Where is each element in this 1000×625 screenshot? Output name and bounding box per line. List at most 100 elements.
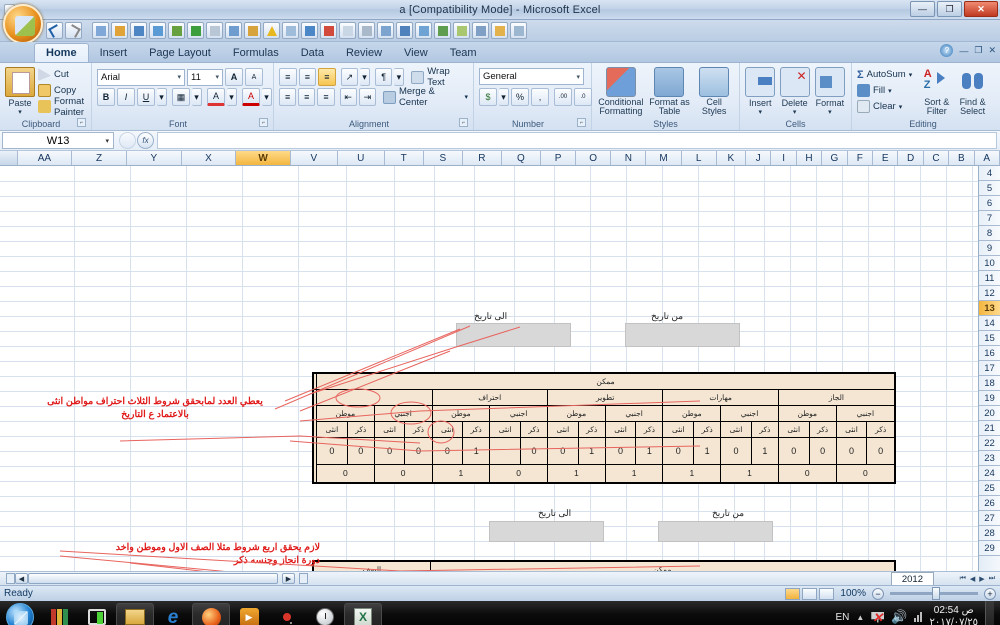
row-header-18[interactable]: 18 — [979, 376, 1000, 391]
row-header-13[interactable]: 13 — [979, 301, 1000, 316]
column-header-W[interactable]: W — [236, 151, 291, 165]
tab-view[interactable]: View — [393, 44, 439, 62]
font-dialog-launcher[interactable]: ⌐ — [259, 118, 268, 127]
column-header-U[interactable]: U — [338, 151, 385, 165]
column-header-T[interactable]: T — [385, 151, 424, 165]
rtl-button[interactable]: ¶ — [374, 68, 393, 86]
align-bottom-button[interactable]: ≡ — [318, 68, 336, 86]
ribbon-close-icon[interactable]: ✕ — [988, 45, 996, 56]
row-header-8[interactable]: 8 — [979, 226, 1000, 241]
from-date-box-2[interactable] — [658, 521, 773, 542]
conditional-formatting-button[interactable]: Conditional Formatting — [597, 65, 645, 116]
language-indicator[interactable]: EN — [835, 612, 849, 623]
value-cell-1[interactable]: 0 — [866, 437, 896, 465]
font-size-input[interactable]: 11 ▾ — [187, 68, 223, 86]
grid-view-icon[interactable] — [396, 22, 413, 39]
wrap-text-button[interactable]: Wrap Text — [411, 66, 468, 88]
column-header-H[interactable]: H — [797, 151, 823, 165]
column-header-Y[interactable]: Y — [127, 151, 182, 165]
italic-button[interactable]: I — [117, 88, 135, 106]
data-table-possible-1[interactable]: ممكن الجاز مهارات تطوير احتراف اجنبي موطن اجنبي… — [312, 372, 896, 484]
value-cell-3[interactable]: 0 — [808, 437, 837, 465]
page-layout-view-button[interactable] — [802, 587, 818, 600]
insert-sheet-icon[interactable] — [320, 22, 337, 39]
pivot-table-icon[interactable] — [225, 22, 242, 39]
firefox-icon[interactable] — [192, 603, 230, 625]
clear-dropdown-icon[interactable]: ▾ — [899, 103, 903, 111]
row-header-14[interactable]: 14 — [979, 316, 1000, 331]
help-icon[interactable]: ? — [940, 44, 954, 57]
table-icon[interactable] — [206, 22, 223, 39]
horizontal-scroll-thumb[interactable] — [28, 573, 278, 584]
tab-review[interactable]: Review — [335, 44, 393, 62]
show-desktop-button[interactable] — [985, 601, 994, 625]
row-header-26[interactable]: 26 — [979, 496, 1000, 511]
tab-team[interactable]: Team — [439, 44, 488, 62]
number-format-select[interactable]: General ▾ — [479, 68, 584, 85]
orientation-button[interactable]: ↗ — [340, 68, 359, 86]
name-box-chevron-icon[interactable]: ▾ — [105, 137, 109, 145]
delete-cells-button[interactable]: ✕ Delete ▾ — [778, 65, 810, 116]
row-header-7[interactable]: 7 — [979, 211, 1000, 226]
prev-sheet-icon[interactable]: ◀ — [969, 575, 976, 583]
clock[interactable]: 02:54 ص ٢٠١٧/٠٧/٢٥ — [929, 605, 978, 625]
value-cell-20[interactable]: 0 — [316, 437, 348, 465]
fill-dropdown-icon[interactable]: ▾ — [888, 87, 892, 95]
column-header-X[interactable]: X — [182, 151, 237, 165]
highlight-icon[interactable] — [453, 22, 470, 39]
font-size-chevron-icon[interactable]: ▾ — [215, 73, 219, 81]
file-explorer-icon[interactable] — [116, 603, 154, 625]
to-date-box-1[interactable] — [456, 323, 571, 347]
column-header-N[interactable]: N — [611, 151, 647, 165]
chart-icon[interactable] — [149, 22, 166, 39]
pin-app-icon[interactable] — [268, 603, 306, 625]
new-file-icon[interactable] — [92, 22, 109, 39]
borders-button[interactable]: ▦ — [172, 88, 190, 106]
font-color-button[interactable]: A — [242, 88, 260, 106]
zoom-slider-knob[interactable] — [932, 587, 940, 600]
column-header-A[interactable]: A — [975, 151, 1000, 165]
value-cell-19[interactable]: 0 — [346, 437, 375, 465]
excel-app-icon[interactable]: X — [344, 603, 382, 625]
close-button[interactable]: ✕ — [964, 1, 998, 17]
column-header-I[interactable]: I — [771, 151, 797, 165]
alignment-dialog-launcher[interactable]: ⌐ — [459, 118, 468, 127]
value-cell-5[interactable]: 1 — [750, 437, 779, 465]
align-top-button[interactable]: ≡ — [279, 68, 297, 86]
orientation-dropdown-icon[interactable]: ▾ — [360, 68, 370, 86]
row-header-24[interactable]: 24 — [979, 466, 1000, 481]
zoom-slider[interactable] — [890, 587, 978, 600]
minimize-button[interactable]: — — [910, 1, 935, 17]
cell-grid[interactable] — [0, 166, 1000, 571]
clear-button[interactable]: Clear ▾ — [857, 99, 917, 114]
row-header-21[interactable]: 21 — [979, 421, 1000, 436]
tab-home[interactable]: Home — [34, 43, 89, 62]
undo-alt-icon[interactable] — [339, 22, 356, 39]
options-gear-icon[interactable] — [244, 22, 261, 39]
settings-gear-icon[interactable] — [168, 22, 185, 39]
ribbon-restore-icon[interactable]: ❐ — [974, 45, 982, 56]
first-sheet-icon[interactable]: ⏮ — [959, 575, 967, 583]
zoom-out-button[interactable]: − — [872, 587, 884, 600]
align-left-button[interactable]: ≡ — [279, 88, 297, 106]
row-header-6[interactable]: 6 — [979, 196, 1000, 211]
row-header-23[interactable]: 23 — [979, 451, 1000, 466]
number-dialog-launcher[interactable]: ⌐ — [577, 118, 586, 127]
zoom-in-button[interactable]: + — [984, 587, 996, 600]
sort-icon[interactable] — [434, 22, 451, 39]
open-recent-icon[interactable] — [491, 22, 508, 39]
column-header-Z[interactable]: Z — [72, 151, 127, 165]
rtl-dropdown-icon[interactable]: ▾ — [394, 68, 405, 86]
row-header-22[interactable]: 22 — [979, 436, 1000, 451]
row-header-4[interactable]: 4 — [979, 166, 1000, 181]
from-date-box-1[interactable] — [625, 323, 740, 347]
decrease-indent-button[interactable]: ⇤ — [339, 88, 357, 106]
page-break-view-button[interactable] — [819, 587, 835, 600]
column-header-B[interactable]: B — [949, 151, 975, 165]
row-header-15[interactable]: 15 — [979, 331, 1000, 346]
row-header-25[interactable]: 25 — [979, 481, 1000, 496]
row-header-11[interactable]: 11 — [979, 271, 1000, 286]
grow-font-button[interactable]: A — [225, 68, 243, 86]
total-cell-7[interactable]: 0 — [489, 464, 548, 484]
office-orb-button[interactable] — [3, 4, 43, 44]
